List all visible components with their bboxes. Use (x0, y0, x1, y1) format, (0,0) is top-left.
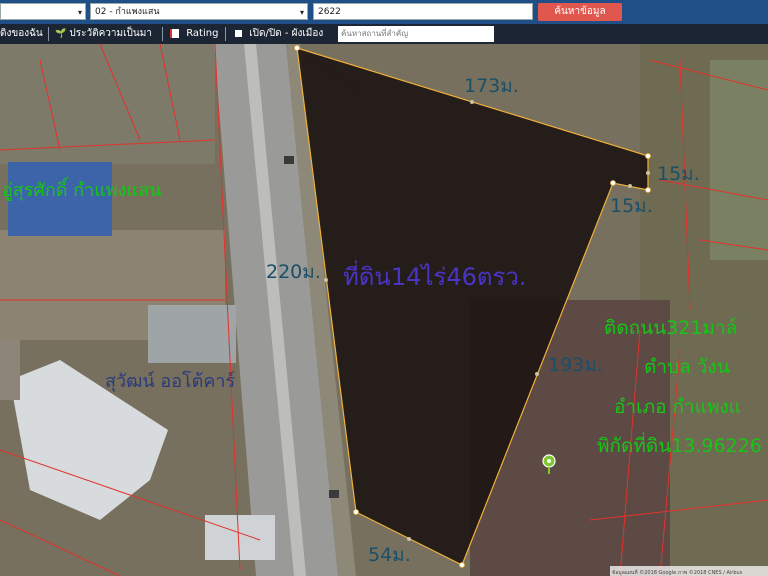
info-line-coordinates: พิกัดที่ดิน13.96226 (597, 432, 762, 457)
rating-link[interactable]: Rating (170, 24, 218, 44)
building-roof (205, 515, 275, 560)
map-attribution: ข้อมูลแผนที่ ©2018 Google ภาพ ©2018 CNES… (612, 569, 743, 576)
zoning-toggle[interactable]: เปิด/ปิด - ผังเมือง (235, 24, 323, 44)
building-roof (0, 340, 20, 400)
info-line-subdistrict: ตำบล วังน (644, 356, 730, 378)
landmark-search-input[interactable]: ค้นหาสถานที่สำคัญ (338, 26, 494, 42)
my-land-link[interactable]: ดิงของฉัน (0, 24, 43, 44)
toolbar-divider (48, 27, 49, 41)
dimension-right: 193ม. (548, 354, 603, 376)
green-field (710, 60, 768, 260)
plot-area-label: ที่ดิน14ไร่46ตรว. (343, 260, 526, 291)
district-select[interactable]: 02 - กำแพงแสน ▾ (90, 3, 308, 20)
parcel-number-input[interactable]: 2622 (313, 3, 533, 20)
dimension-left: 220ม. (266, 261, 321, 283)
checkbox-icon (235, 29, 242, 37)
province-select[interactable]: ▾ (0, 3, 86, 20)
zoning-toggle-label: เปิด/ปิด - ผังเมือง (249, 28, 324, 39)
plant-icon: 🌱 (55, 29, 67, 39)
rating-label: Rating (186, 28, 219, 39)
shop-label-1: อู่สุรศักดิ์ กำแพงแสน (2, 176, 161, 201)
chart-icon (170, 28, 179, 38)
history-label: ประวัติความเป็นมา (69, 28, 152, 39)
satellite-map[interactable]: 173ม. 15ม. 15ม. 220ม. 193ม. 54ม. ที่ดิน1… (0, 44, 768, 576)
shop-label-2: สุวัฒน์ ออโต้คาร์ (105, 370, 236, 392)
chevron-down-icon: ▾ (299, 8, 304, 17)
info-line-district: อำเภอ กำแพงแ (614, 396, 741, 418)
parcel-number-value: 2622 (318, 7, 341, 17)
top-search-bar: ▾ 02 - กำแพงแสน ▾ 2622 ค้นหาข้อมูล (0, 0, 768, 24)
dimension-bottom: 54ม. (368, 544, 411, 566)
dimension-right-top: 15ม. (657, 163, 700, 185)
info-line-road: ติดถนน321มาล์ (604, 317, 737, 339)
chevron-down-icon: ▾ (77, 8, 82, 17)
toolbar-divider (162, 27, 163, 41)
dimension-top: 173ม. (464, 75, 519, 97)
toolbar-divider (225, 27, 226, 41)
history-link[interactable]: 🌱 ประวัติความเป็นมา (55, 24, 152, 44)
map-toolbar: ดิงของฉัน 🌱 ประวัติความเป็นมา Rating เปิ… (0, 24, 768, 44)
dimension-right-inner: 15ม. (610, 195, 653, 217)
search-button[interactable]: ค้นหาข้อมูล (538, 3, 622, 21)
district-select-value: 02 - กำแพงแสน (95, 7, 160, 17)
building-roof (148, 305, 236, 363)
